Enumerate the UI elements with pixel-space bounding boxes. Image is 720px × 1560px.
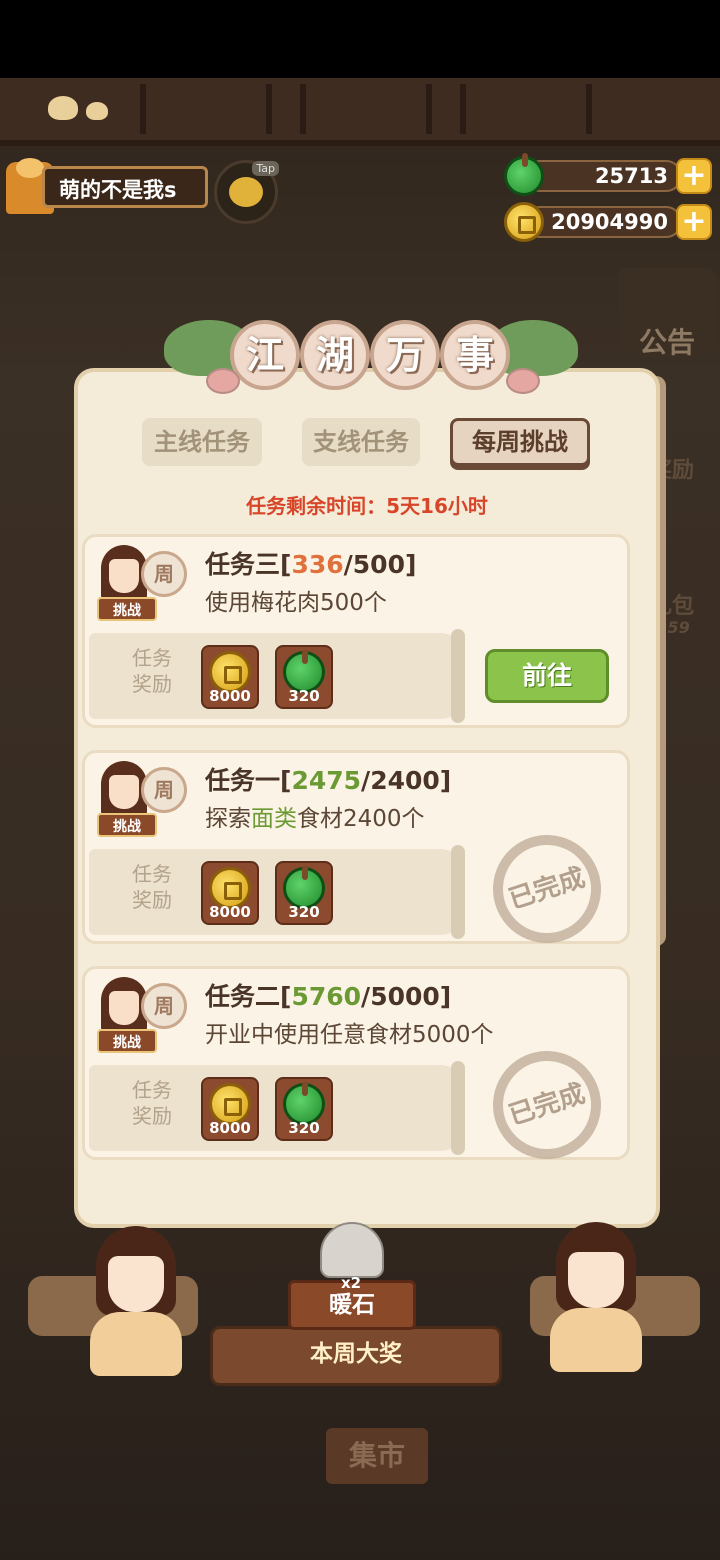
- reward-label: 任务 奖励: [132, 862, 172, 912]
- completed-stamp: 已完成: [478, 1036, 616, 1174]
- go-button[interactable]: 前往: [485, 649, 609, 703]
- jade-currency: 25713 +: [504, 153, 712, 196]
- reward-item: 8000: [201, 861, 259, 925]
- reward-amount: 320: [288, 1119, 320, 1137]
- coin-amount: 20904990: [524, 206, 682, 238]
- task-description: 探索面类食材2400个: [205, 806, 425, 832]
- task-title: 任务三[336/500]: [205, 550, 417, 579]
- tab-weekly-challenge[interactable]: 每周挑战: [450, 418, 590, 466]
- title-char: 万: [370, 320, 440, 390]
- add-coin-button[interactable]: +: [676, 204, 712, 240]
- jade-amount: 25713: [524, 160, 682, 192]
- reward-label: 任务 奖励: [132, 1078, 172, 1128]
- panel-title-banner: 江 湖 万 事: [164, 310, 578, 400]
- reward-item: 8000: [201, 645, 259, 709]
- player-info[interactable]: 萌的不是我s: [6, 158, 210, 214]
- reward-amount: 320: [288, 903, 320, 921]
- jade-icon: [504, 153, 544, 196]
- task-target: 500: [352, 550, 405, 579]
- coin-icon: [504, 202, 544, 242]
- task-card: 周 挑战 任务二[5760/5000] 开业中使用任意食材5000个 任务 奖励 …: [82, 966, 630, 1174]
- challenge-label: 挑战: [97, 597, 157, 621]
- task-target: 5000: [370, 982, 440, 1011]
- task-target: 2400: [370, 766, 440, 795]
- tab-main-tasks[interactable]: 主线任务: [142, 418, 262, 466]
- market-button[interactable]: 集市: [326, 1428, 428, 1484]
- reward-item: 320: [275, 1077, 333, 1141]
- left-girl-character: [80, 1226, 190, 1376]
- challenge-avatar: 周 挑战: [95, 977, 187, 1053]
- beam-brace: [460, 84, 592, 134]
- weekly-prize-label: 本周大奖: [310, 1341, 402, 1367]
- tab-side-tasks[interactable]: 支线任务: [302, 418, 420, 466]
- task-progress: 336: [291, 550, 344, 579]
- reward-item: 320: [275, 645, 333, 709]
- reward-amount: 8000: [209, 687, 251, 705]
- reward-amount: 8000: [209, 903, 251, 921]
- task-title: 任务二[5760/5000]: [205, 982, 452, 1011]
- pink-decoration-icon: [506, 368, 540, 394]
- challenge-avatar: 周 挑战: [95, 761, 187, 837]
- reward-label: 任务 奖励: [132, 646, 172, 696]
- coin-currency: 20904990 +: [504, 202, 712, 242]
- task-description: 使用梅花肉500个: [205, 590, 387, 616]
- task-progress: 5760: [291, 982, 362, 1011]
- challenge-label: 挑战: [97, 1029, 157, 1053]
- add-jade-button[interactable]: +: [676, 158, 712, 194]
- right-girl-character: [540, 1222, 650, 1372]
- challenge-avatar: 周 挑战: [95, 545, 187, 621]
- chick-icon: [48, 96, 78, 120]
- remaining-time: 任务剩余时间：5天16小时: [246, 494, 488, 518]
- reward-amount: 8000: [209, 1119, 251, 1137]
- completed-stamp: 已完成: [478, 820, 616, 958]
- reward-amount: 320: [288, 687, 320, 705]
- week-badge: 周: [141, 767, 187, 813]
- tap-face-icon: [229, 177, 263, 207]
- reward-item: 8000: [201, 1077, 259, 1141]
- beam-brace: [300, 84, 432, 134]
- week-badge: 周: [141, 983, 187, 1029]
- reward-item: 320: [275, 861, 333, 925]
- notice-button[interactable]: 公告: [618, 268, 716, 359]
- notice-label: 公告: [638, 326, 695, 359]
- title-char: 湖: [300, 320, 370, 390]
- prize-multiplier: x2: [340, 1274, 362, 1292]
- ceiling-beam: [0, 78, 720, 146]
- pink-decoration-icon: [206, 368, 240, 394]
- warm-stone-icon[interactable]: [320, 1222, 384, 1278]
- task-card: 周 挑战 任务三[336/500] 使用梅花肉500个 任务 奖励 8000 32…: [82, 534, 630, 728]
- tap-label: Tap: [252, 161, 279, 176]
- week-badge: 周: [141, 551, 187, 597]
- task-progress: 2475: [291, 766, 362, 795]
- task-card: 周 挑战 任务一[2475/2400] 探索面类食材2400个 任务 奖励 800…: [82, 750, 630, 958]
- challenge-label: 挑战: [97, 813, 157, 837]
- player-name: 萌的不是我s: [42, 166, 208, 208]
- title-char: 江: [230, 320, 300, 390]
- tap-button[interactable]: Tap: [214, 160, 279, 224]
- chick-icon: [86, 102, 108, 120]
- task-description: 开业中使用任意食材5000个: [205, 1022, 494, 1048]
- task-title: 任务一[2475/2400]: [205, 766, 452, 795]
- beam-brace: [140, 84, 272, 134]
- title-char: 事: [440, 320, 510, 390]
